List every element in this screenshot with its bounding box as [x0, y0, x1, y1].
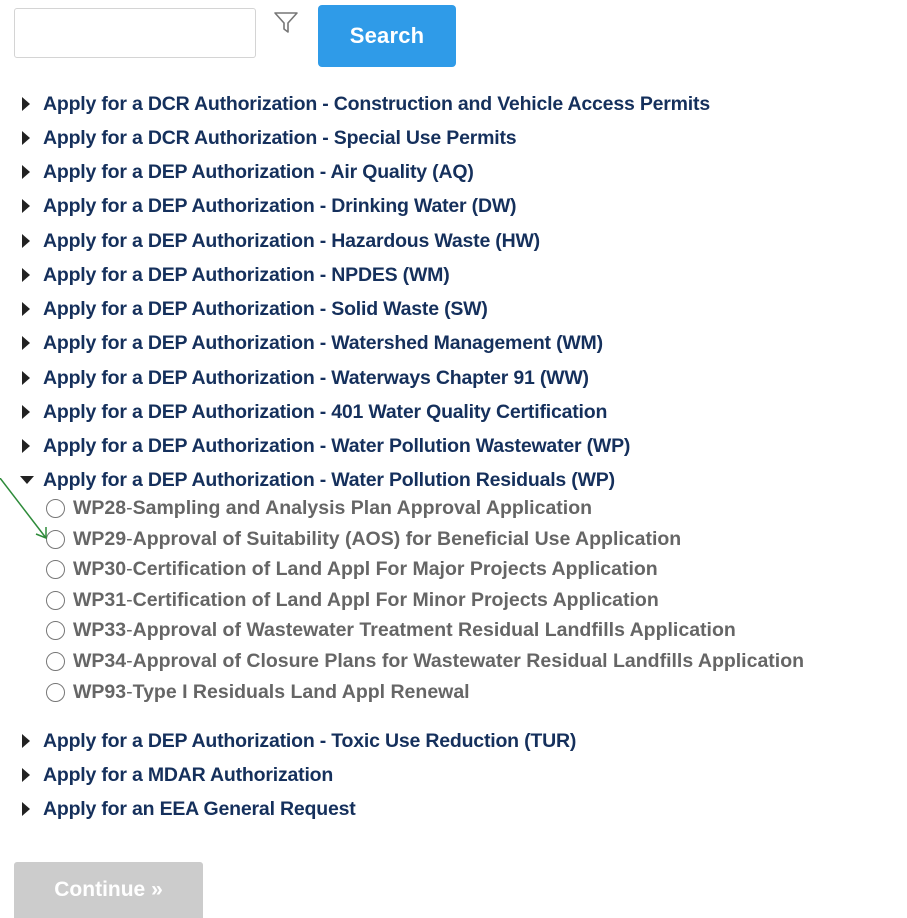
continue-button[interactable]: Continue » [14, 862, 203, 918]
radio-button[interactable] [46, 498, 65, 518]
category-label[interactable]: Apply for a DEP Authorization - Watershe… [43, 332, 603, 355]
category-label[interactable]: Apply for a DCR Authorization - Special … [43, 127, 517, 150]
category-item[interactable]: Apply for a DEP Authorization - Waterway… [20, 363, 589, 393]
category-item[interactable]: Apply for a DEP Authorization - Drinking… [20, 191, 517, 221]
caret-right-icon[interactable] [20, 404, 34, 420]
option-code: WP31 [73, 588, 127, 611]
caret-down-icon[interactable] [20, 472, 34, 488]
caret-right-icon[interactable] [20, 301, 34, 317]
option-description: Certification of Land Appl For Minor Pro… [132, 588, 659, 611]
category-item[interactable]: Apply for a DCR Authorization - Construc… [20, 89, 710, 119]
option-description: Sampling and Analysis Plan Approval Appl… [132, 496, 593, 519]
category-label[interactable]: Apply for a DEP Authorization - Water Po… [43, 435, 630, 458]
category-label[interactable]: Apply for a DEP Authorization - 401 Wate… [43, 401, 607, 424]
option-description: Certification of Land Appl For Major Pro… [132, 557, 658, 580]
category-label[interactable]: Apply for a DEP Authorization - Drinking… [43, 195, 517, 218]
category-item[interactable]: Apply for an EEA General Request [20, 794, 356, 824]
category-label[interactable]: Apply for a DEP Authorization - NPDES (W… [43, 264, 450, 287]
option-code: WP28 [73, 496, 127, 519]
option-code: WP93 [73, 680, 127, 703]
search-input[interactable] [14, 8, 256, 58]
option-code: WP34 [73, 649, 127, 672]
category-item[interactable]: Apply for a DEP Authorization - Solid Wa… [20, 294, 488, 324]
radio-button[interactable] [46, 620, 65, 640]
option-wp33[interactable]: WP33 - Approval of Wastewater Treatment … [46, 616, 736, 644]
category-label[interactable]: Apply for a DEP Authorization - Toxic Us… [43, 730, 576, 753]
category-label[interactable]: Apply for an EEA General Request [43, 798, 356, 821]
option-wp28[interactable]: WP28 - Sampling and Analysis Plan Approv… [46, 494, 592, 522]
option-description: Approval of Closure Plans for Wastewater… [132, 649, 805, 672]
caret-right-icon[interactable] [20, 198, 34, 214]
category-label[interactable]: Apply for a DEP Authorization - Hazardou… [43, 230, 540, 253]
category-label[interactable]: Apply for a MDAR Authorization [43, 764, 333, 787]
caret-right-icon[interactable] [20, 164, 34, 180]
category-label[interactable]: Apply for a DEP Authorization - Air Qual… [43, 161, 474, 184]
option-description: Type I Residuals Land Appl Renewal [132, 680, 470, 703]
radio-button[interactable] [46, 682, 65, 702]
option-description: Approval of Wastewater Treatment Residua… [132, 618, 736, 641]
option-wp29[interactable]: WP29 - Approval of Suitability (AOS) for… [46, 525, 681, 553]
category-item[interactable]: Apply for a DEP Authorization - Watershe… [20, 328, 603, 358]
caret-right-icon[interactable] [20, 233, 34, 249]
caret-right-icon[interactable] [20, 438, 34, 454]
caret-right-icon[interactable] [20, 130, 34, 146]
caret-right-icon[interactable] [20, 370, 34, 386]
option-description: Approval of Suitability (AOS) for Benefi… [132, 527, 682, 550]
category-item[interactable]: Apply for a DEP Authorization - Hazardou… [20, 226, 540, 256]
category-item[interactable]: Apply for a DEP Authorization - Toxic Us… [20, 726, 576, 756]
radio-button[interactable] [46, 559, 65, 579]
caret-right-icon[interactable] [20, 96, 34, 112]
option-wp93[interactable]: WP93 - Type I Residuals Land Appl Renewa… [46, 678, 470, 706]
option-wp30[interactable]: WP30 - Certification of Land Appl For Ma… [46, 555, 658, 583]
radio-button[interactable] [46, 590, 65, 610]
category-label[interactable]: Apply for a DEP Authorization - Waterway… [43, 367, 589, 390]
category-item-expanded[interactable]: Apply for a DEP Authorization - Water Po… [20, 465, 615, 495]
caret-right-icon[interactable] [20, 767, 34, 783]
category-item[interactable]: Apply for a DEP Authorization - Air Qual… [20, 157, 474, 187]
option-code: WP33 [73, 618, 127, 641]
option-code: WP30 [73, 557, 127, 580]
filter-funnel-icon[interactable] [273, 10, 299, 36]
option-code: WP29 [73, 527, 127, 550]
caret-right-icon[interactable] [20, 267, 34, 283]
category-label[interactable]: Apply for a DEP Authorization - Water Po… [43, 469, 615, 492]
category-label[interactable]: Apply for a DCR Authorization - Construc… [43, 93, 710, 116]
radio-button[interactable] [46, 651, 65, 671]
radio-button[interactable] [46, 529, 65, 549]
category-item[interactable]: Apply for a DEP Authorization - 401 Wate… [20, 397, 607, 427]
caret-right-icon[interactable] [20, 733, 34, 749]
category-label[interactable]: Apply for a DEP Authorization - Solid Wa… [43, 298, 488, 321]
option-wp31[interactable]: WP31 - Certification of Land Appl For Mi… [46, 586, 659, 614]
category-item[interactable]: Apply for a DEP Authorization - NPDES (W… [20, 260, 450, 290]
search-button[interactable]: Search [318, 5, 456, 67]
option-wp34[interactable]: WP34 - Approval of Closure Plans for Was… [46, 647, 804, 675]
category-item[interactable]: Apply for a DCR Authorization - Special … [20, 123, 517, 153]
category-item[interactable]: Apply for a DEP Authorization - Water Po… [20, 431, 630, 461]
caret-right-icon[interactable] [20, 801, 34, 817]
caret-right-icon[interactable] [20, 335, 34, 351]
category-item[interactable]: Apply for a MDAR Authorization [20, 760, 333, 790]
